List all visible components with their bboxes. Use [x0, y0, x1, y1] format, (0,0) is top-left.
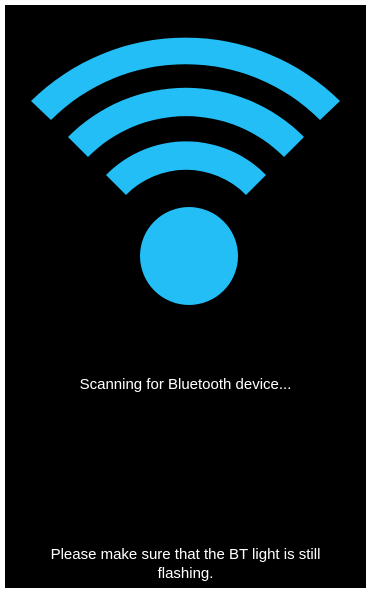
scanning-status-label: Scanning for Bluetooth device...	[79, 376, 292, 393]
bt-light-hint-label: Please make sure that the BT light is st…	[50, 546, 321, 582]
signal-arc-inner	[106, 141, 266, 195]
wifi-signal-icon	[31, 37, 340, 305]
scan-screen: Scanning for Bluetooth device... Please …	[5, 5, 366, 588]
signal-dot	[140, 207, 238, 305]
